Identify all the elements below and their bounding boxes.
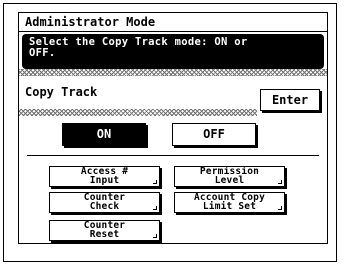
control-panel-screen: Administrator Mode Select the Copy Track… bbox=[18, 12, 328, 244]
button-label-line2: Limit Set bbox=[202, 200, 257, 212]
account-copy-limit-set-button[interactable]: Account Copy Limit Set bbox=[174, 192, 285, 213]
button-label-line2: Check bbox=[89, 200, 120, 212]
message-line-1: Select the Copy Track mode: ON or bbox=[29, 36, 248, 48]
hatch-divider-top bbox=[19, 69, 327, 76]
corner-mark-icon bbox=[153, 206, 157, 210]
hatch-divider-mid bbox=[19, 109, 257, 116]
mode-bar: Administrator Mode bbox=[19, 13, 327, 32]
button-label-line2: Input bbox=[89, 174, 120, 186]
button-label-line2: Reset bbox=[89, 228, 120, 240]
divider bbox=[27, 155, 319, 156]
corner-mark-icon bbox=[278, 180, 282, 184]
message-line-2: OFF. bbox=[29, 47, 56, 59]
button-label-line2: Level bbox=[214, 174, 245, 186]
corner-mark-icon bbox=[153, 234, 157, 238]
corner-mark-icon bbox=[153, 180, 157, 184]
permission-level-button[interactable]: Permission Level bbox=[174, 166, 285, 187]
counter-check-button[interactable]: Counter Check bbox=[49, 192, 160, 213]
counter-reset-button[interactable]: Counter Reset bbox=[49, 220, 160, 241]
off-button[interactable]: OFF bbox=[172, 123, 256, 146]
mode-title: Administrator Mode bbox=[25, 15, 156, 29]
on-button[interactable]: ON bbox=[62, 123, 146, 146]
message-box: Select the Copy Track mode: ON or OFF. bbox=[22, 34, 324, 69]
access-input-button[interactable]: Access # Input bbox=[49, 166, 160, 187]
corner-mark-icon bbox=[278, 206, 282, 210]
section-title: Copy Track bbox=[25, 85, 98, 99]
enter-button[interactable]: Enter bbox=[260, 89, 320, 111]
